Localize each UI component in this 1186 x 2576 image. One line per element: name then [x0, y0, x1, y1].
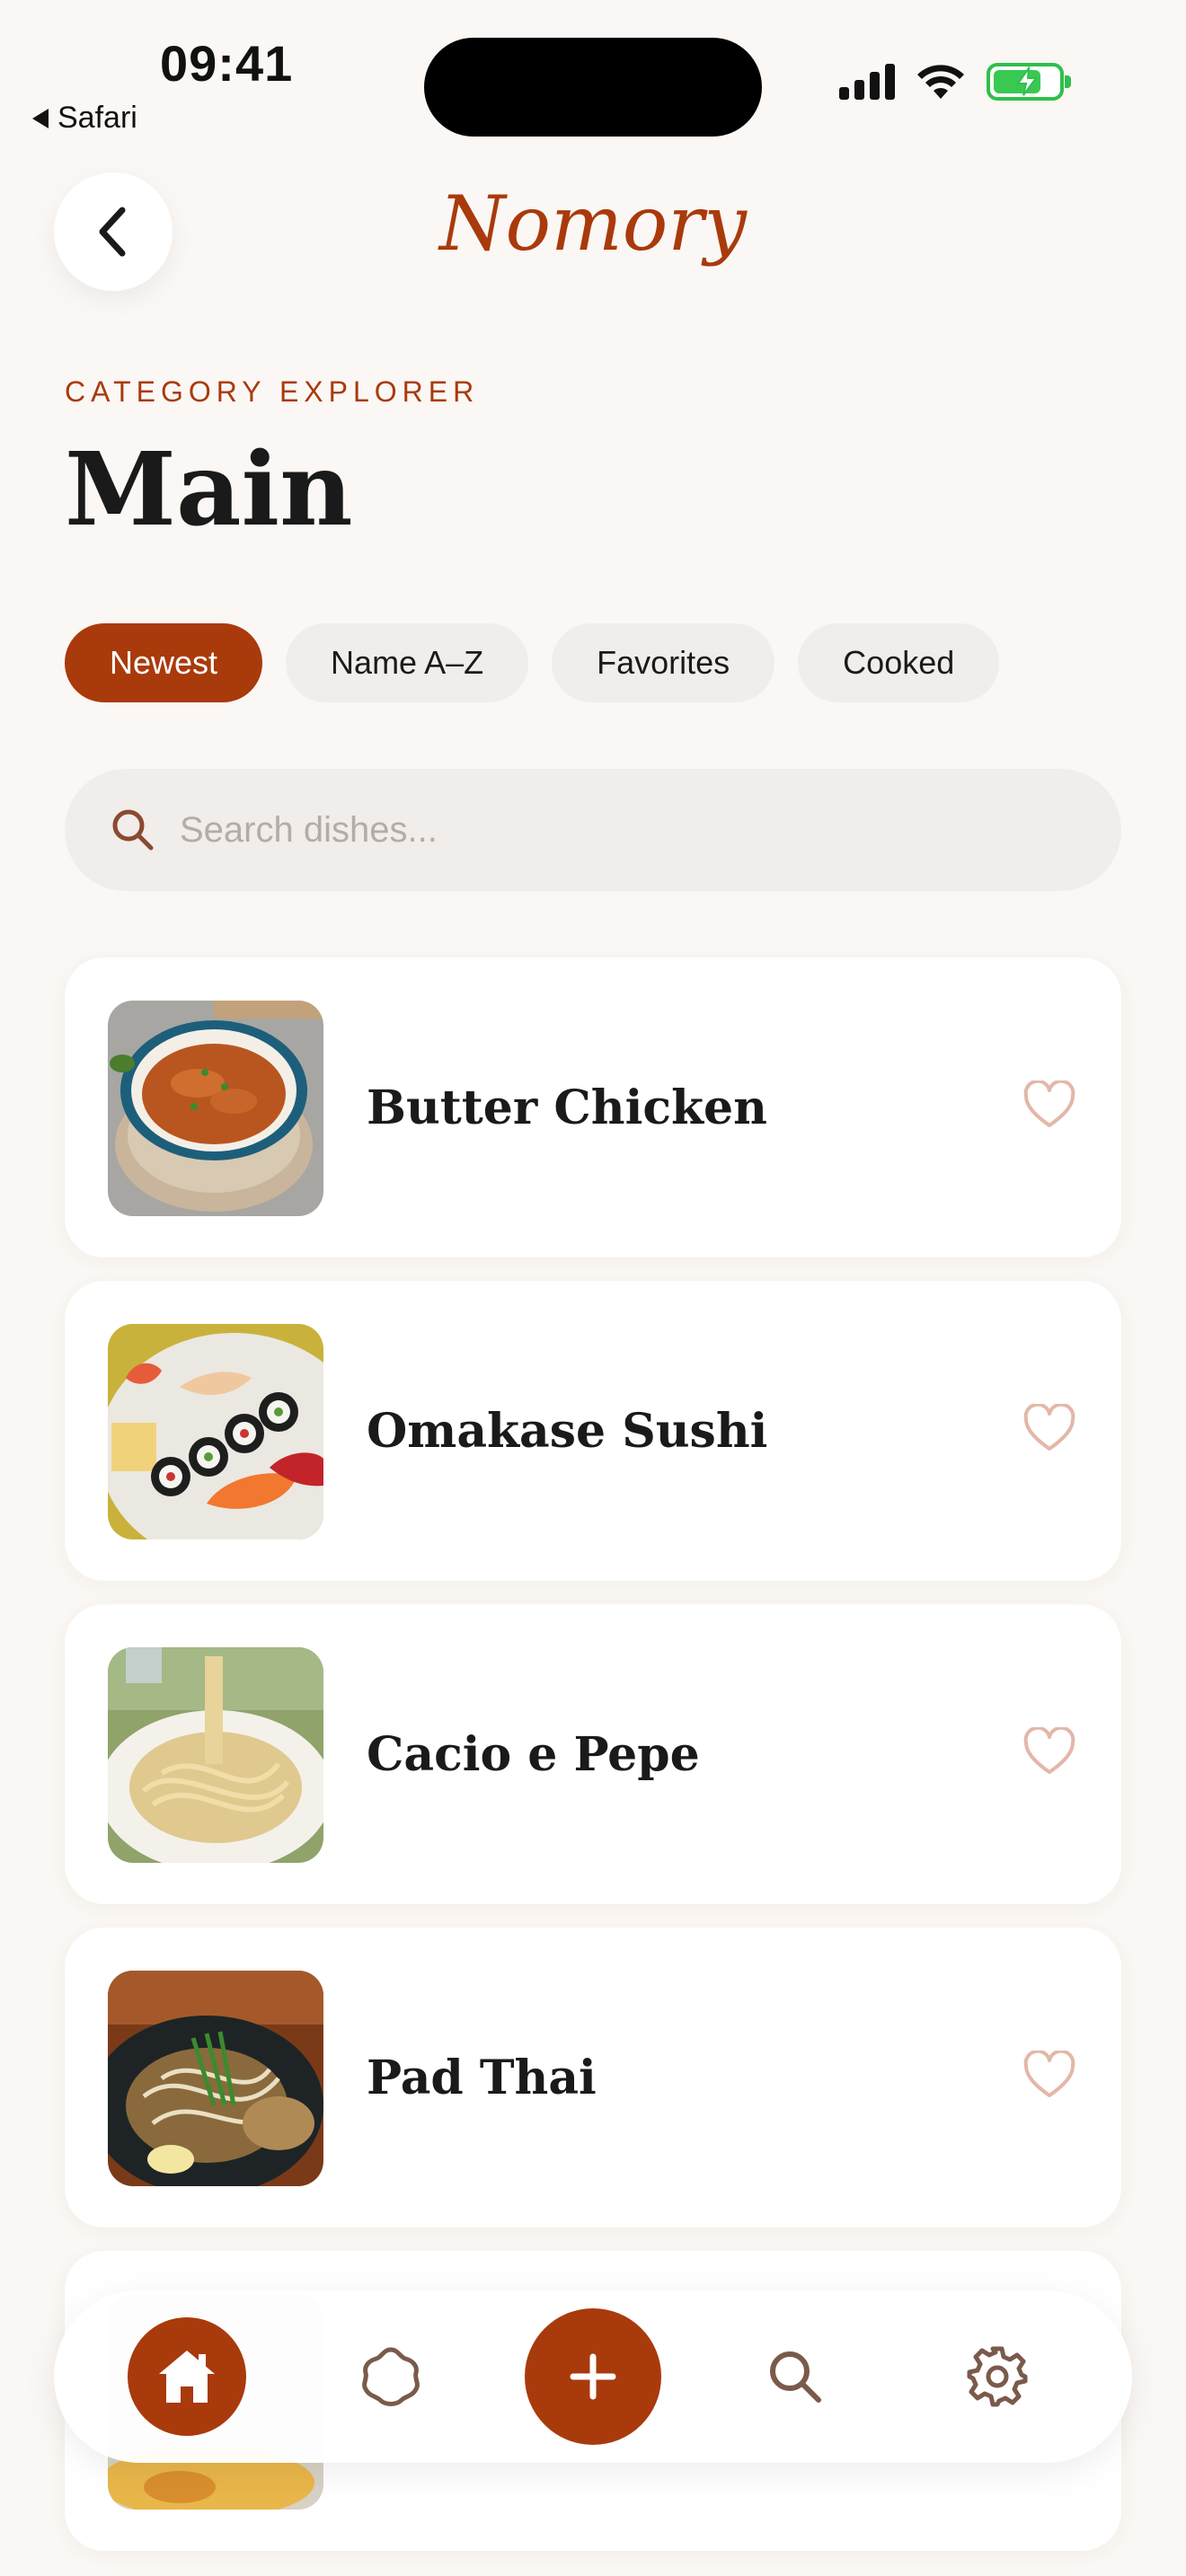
- dish-card[interactable]: Omakase Sushi: [65, 1281, 1121, 1581]
- filter-chip-cooked[interactable]: Cooked: [798, 623, 1000, 702]
- search-input[interactable]: [178, 808, 990, 851]
- plus-icon: [570, 2353, 616, 2400]
- heart-icon[interactable]: [1022, 2051, 1076, 2101]
- dynamic-island: [424, 38, 762, 137]
- filter-chip-newest[interactable]: Newest: [65, 623, 263, 702]
- dish-card[interactable]: Pad Thai: [65, 1928, 1121, 2228]
- filter-chip-favorites[interactable]: Favorites: [552, 623, 775, 702]
- nav-home-button[interactable]: [128, 2317, 246, 2436]
- search-icon: [112, 809, 154, 851]
- category-eyebrow: CATEGORY EXPLORER: [65, 375, 480, 408]
- home-icon: [159, 2351, 215, 2403]
- back-to-app[interactable]: Safari: [32, 101, 137, 136]
- wifi-icon: [917, 65, 964, 99]
- dish-card[interactable]: Butter Chicken: [65, 957, 1121, 1257]
- nav-settings-button[interactable]: [948, 2290, 1047, 2463]
- status-time: 09:41: [160, 35, 294, 92]
- badge-icon: [362, 2347, 420, 2406]
- dish-card[interactable]: Cacio e Pepe: [65, 1604, 1121, 1904]
- dish-name: Butter Chicken: [367, 1080, 767, 1135]
- search-bar: [65, 769, 1121, 891]
- status-icons: [839, 63, 1071, 101]
- bottom-nav: [54, 2290, 1132, 2463]
- page-title: Main: [65, 431, 353, 549]
- filter-chip-name[interactable]: Name A–Z: [286, 623, 529, 702]
- nav-search-button[interactable]: [746, 2290, 845, 2463]
- cellular-signal-icon: [839, 64, 895, 100]
- search-icon: [770, 2351, 821, 2403]
- dish-photo: [108, 1001, 323, 1216]
- gear-icon: [967, 2346, 1028, 2407]
- back-app-label: Safari: [58, 101, 137, 135]
- heart-icon[interactable]: [1022, 1404, 1076, 1454]
- app-title: Nomory: [439, 180, 747, 268]
- dish-photo: [108, 1971, 323, 2186]
- dish-photo: [108, 1324, 323, 1539]
- nav-categories-button[interactable]: [341, 2290, 440, 2463]
- filter-chips: Newest Name A–Z Favorites Cooked: [65, 623, 1000, 702]
- dish-name: Pad Thai: [367, 2050, 597, 2105]
- heart-icon[interactable]: [1022, 1081, 1076, 1131]
- dish-photo: [108, 1647, 323, 1863]
- add-dish-button[interactable]: [525, 2308, 661, 2445]
- heart-icon[interactable]: [1022, 1727, 1076, 1778]
- dish-name: Cacio e Pepe: [367, 1726, 700, 1782]
- back-triangle-icon: [32, 108, 49, 128]
- battery-icon: [987, 63, 1071, 101]
- dish-name: Omakase Sushi: [367, 1403, 768, 1459]
